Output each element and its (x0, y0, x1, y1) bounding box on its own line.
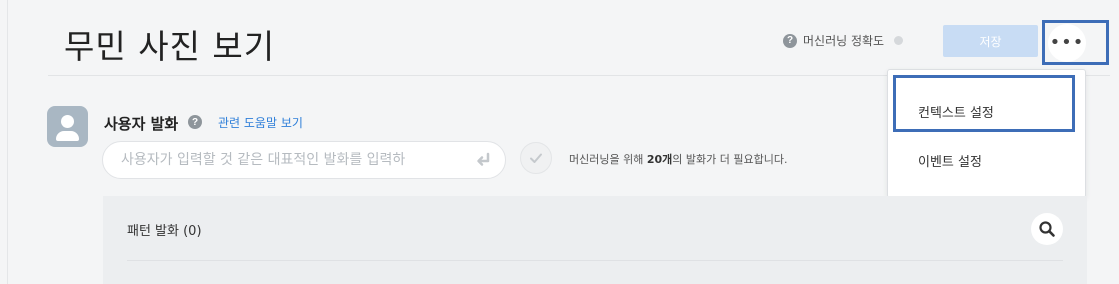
avatar-head (61, 115, 74, 128)
pattern-utterance-title: 패턴 발화 (0) (127, 224, 202, 239)
user-utterance-label: 사용자 발화 (104, 115, 179, 133)
pattern-divider (127, 260, 1063, 261)
menu-item-event-settings[interactable]: 이벤트 설정 (918, 151, 982, 170)
page-title: 무민 사진 보기 (64, 27, 276, 66)
user-avatar-icon (47, 106, 88, 147)
confirm-utterance-button[interactable] (520, 142, 552, 174)
left-border (7, 0, 8, 284)
enter-icon[interactable] (473, 150, 493, 170)
search-icon (1039, 221, 1055, 237)
check-icon (530, 153, 542, 163)
pattern-utterance-panel: 패턴 발화 (0) (103, 196, 1087, 284)
related-help-link[interactable]: 관련 도움말 보기 (218, 114, 303, 131)
ml-note-count: 20개 (646, 153, 673, 166)
accuracy-status-dot (894, 36, 904, 45)
ml-requirement-note: 머신러닝을 위해 20개의 발화가 더 필요합니다. (569, 151, 787, 167)
ml-note-prefix: 머신러닝을 위해 (569, 153, 647, 166)
utterance-input[interactable] (102, 141, 506, 179)
save-button[interactable]: 저장 (943, 25, 1038, 57)
avatar-body (56, 131, 79, 141)
ml-accuracy-label: 머신러닝 정확도 (803, 34, 885, 48)
ml-note-suffix: 의 발화가 더 필요합니다. (672, 153, 788, 166)
utterance-help-icon[interactable]: ? (188, 115, 202, 129)
pattern-search-button[interactable] (1031, 213, 1063, 245)
help-icon[interactable]: ? (783, 33, 797, 48)
context-settings-highlight (893, 75, 1075, 132)
more-options-button[interactable]: ••• (1048, 24, 1086, 62)
ml-accuracy-indicator: ? 머신러닝 정확도 (783, 32, 904, 49)
